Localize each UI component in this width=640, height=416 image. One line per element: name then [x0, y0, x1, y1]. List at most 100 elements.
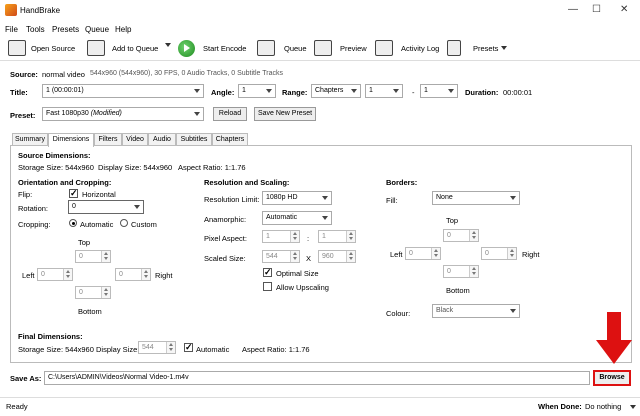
add-queue-icon[interactable] — [87, 40, 105, 56]
menu-queue[interactable]: Queue — [85, 25, 109, 34]
aspect-ratio: Aspect Ratio: 1:1.76 — [178, 163, 246, 172]
range-start-dropdown[interactable]: 1 — [365, 84, 403, 98]
menu-presets[interactable]: Presets — [52, 25, 79, 34]
crop-top-stepper[interactable]: 0 — [75, 250, 111, 263]
film-icon[interactable] — [8, 40, 26, 56]
queue-button[interactable]: Queue — [284, 44, 307, 53]
border-bottom-stepper[interactable]: 0 — [443, 265, 479, 278]
menu-tools[interactable]: Tools — [26, 25, 45, 34]
range-label: Range: — [282, 88, 308, 97]
fill-value: None — [436, 194, 453, 201]
rotation-dropdown[interactable]: 0 — [68, 200, 144, 214]
stepper-arrows-icon[interactable] — [166, 342, 175, 353]
source-info: 544x960 (544x960), 30 FPS, 0 Audio Track… — [90, 70, 283, 77]
stepper-arrows-icon[interactable] — [346, 251, 355, 262]
pixel-aspect-width-stepper[interactable]: 1 — [262, 230, 300, 243]
final-automatic-checkbox[interactable] — [184, 342, 193, 353]
reload-button[interactable]: Reload — [213, 107, 247, 121]
crop-left-stepper[interactable]: 0 — [37, 268, 73, 281]
scaled-width-stepper[interactable]: 544 — [262, 250, 300, 263]
activity-log-icon[interactable] — [375, 40, 393, 56]
allow-upscaling-label: Allow Upscaling — [276, 283, 329, 292]
chevron-down-icon — [510, 309, 516, 313]
optimal-size-checkbox[interactable] — [263, 267, 272, 278]
crop-bottom-stepper[interactable]: 0 — [75, 286, 111, 299]
source-dimensions-title: Source Dimensions: — [18, 151, 91, 160]
final-display-size-value: 544 — [142, 344, 154, 351]
final-display-size-label: Display Size: — [96, 345, 140, 354]
queue-icon[interactable] — [257, 40, 275, 56]
stepper-arrows-icon[interactable] — [431, 248, 440, 259]
allow-upscaling-checkbox[interactable] — [263, 282, 272, 291]
border-left-stepper[interactable]: 0 — [405, 247, 441, 260]
tab-dimensions[interactable]: Dimensions — [48, 133, 94, 147]
preset-dropdown[interactable]: Fast 1080p30 (Modified) — [42, 107, 204, 121]
activity-log-button[interactable]: Activity Log — [401, 44, 439, 53]
angle-dropdown[interactable]: 1 — [238, 84, 276, 98]
colour-dropdown[interactable]: Black — [432, 304, 520, 318]
preview-button[interactable]: Preview — [340, 44, 367, 53]
open-source-button[interactable]: Open Source — [31, 44, 75, 53]
chevron-down-icon[interactable] — [165, 43, 171, 47]
border-top-stepper[interactable]: 0 — [443, 229, 479, 242]
start-encode-button[interactable]: Start Encode — [203, 44, 246, 53]
flip-horizontal-checkbox[interactable] — [69, 188, 78, 199]
stepper-arrows-icon[interactable] — [290, 231, 299, 242]
chevron-down-icon — [393, 89, 399, 93]
save-as-path-input[interactable]: C:\Users\ADMIN\Videos\Normal Video-1.m4v — [44, 371, 590, 385]
browse-button[interactable]: Browse — [593, 370, 631, 386]
border-bottom-label: Bottom — [446, 286, 470, 295]
chevron-down-icon — [351, 89, 357, 93]
pixel-aspect-height-stepper[interactable]: 1 — [318, 230, 356, 243]
fill-dropdown[interactable]: None — [432, 191, 520, 205]
presets-button[interactable]: Presets — [473, 44, 498, 53]
crop-right-stepper[interactable]: 0 — [115, 268, 151, 281]
stepper-arrows-icon[interactable] — [101, 251, 110, 262]
when-done-dropdown[interactable]: Do nothing — [585, 402, 621, 411]
scaled-size-x: X — [306, 254, 312, 263]
stepper-arrows-icon[interactable] — [141, 269, 150, 280]
cropping-label: Cropping: — [18, 220, 51, 229]
crop-automatic-radio[interactable] — [69, 219, 77, 227]
chevron-down-icon[interactable] — [501, 46, 507, 50]
border-right-stepper[interactable]: 0 — [481, 247, 517, 260]
add-to-queue-button[interactable]: Add to Queue — [112, 44, 158, 53]
crop-bottom-value: 0 — [79, 289, 83, 296]
title-label: Title: — [10, 88, 28, 97]
stepper-arrows-icon[interactable] — [101, 287, 110, 298]
crop-top-label: Top — [78, 238, 91, 247]
range-type-dropdown[interactable]: Chapters — [311, 84, 361, 98]
minimize-icon[interactable]: — — [568, 4, 578, 15]
title-value: 1 (00:00:01) — [46, 87, 84, 94]
title-dropdown[interactable]: 1 (00:00:01) — [42, 84, 204, 98]
stepper-arrows-icon[interactable] — [469, 266, 478, 277]
colour-label: Colour: — [386, 309, 411, 318]
resolution-limit-dropdown[interactable]: 1080p HD — [262, 191, 332, 205]
chevron-down-icon — [266, 89, 272, 93]
angle-value: 1 — [242, 87, 246, 94]
chevron-down-icon — [510, 196, 516, 200]
anamorphic-dropdown[interactable]: Automatic — [262, 211, 332, 225]
final-display-size-stepper[interactable]: 544 — [138, 341, 176, 354]
range-end-dropdown[interactable]: 1 — [420, 84, 458, 98]
duration-value: 00:00:01 — [503, 88, 533, 97]
stepper-arrows-icon[interactable] — [469, 230, 478, 241]
scaled-height-stepper[interactable]: 960 — [318, 250, 356, 263]
final-dimensions-title: Final Dimensions: — [18, 332, 83, 341]
close-icon[interactable]: ✕ — [620, 4, 628, 15]
preset-label: Preset: — [10, 111, 36, 120]
stepper-arrows-icon[interactable] — [346, 231, 355, 242]
chevron-down-icon[interactable] — [630, 405, 636, 409]
stepper-arrows-icon[interactable] — [63, 269, 72, 280]
menu-help[interactable]: Help — [115, 25, 131, 34]
presets-icon[interactable] — [447, 40, 461, 56]
crop-custom-radio[interactable] — [120, 219, 128, 227]
stepper-arrows-icon[interactable] — [290, 251, 299, 262]
play-icon[interactable] — [178, 40, 195, 57]
menu-file[interactable]: File — [5, 25, 18, 34]
chevron-down-icon — [194, 89, 200, 93]
maximize-icon[interactable]: ☐ — [592, 4, 601, 15]
save-new-preset-button[interactable]: Save New Preset — [254, 107, 316, 121]
preview-icon[interactable] — [314, 40, 332, 56]
stepper-arrows-icon[interactable] — [507, 248, 516, 259]
